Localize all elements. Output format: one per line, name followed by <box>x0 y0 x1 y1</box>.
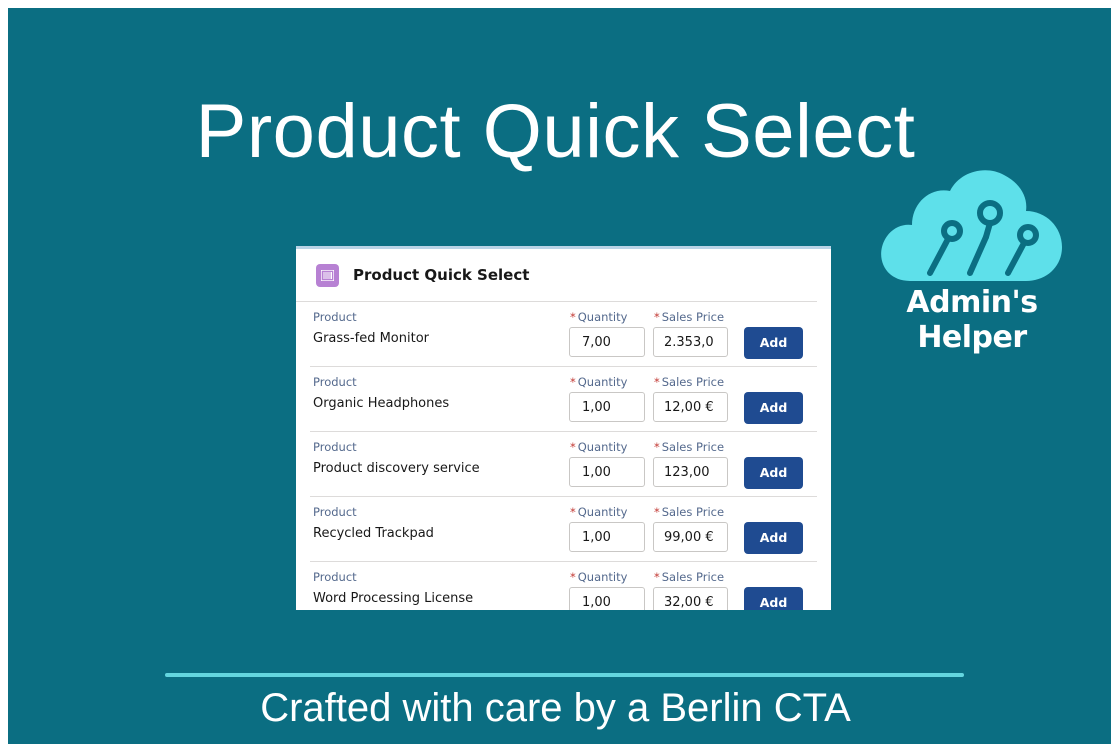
logo-text: Admin's Helper <box>906 285 1038 355</box>
page-title: Product Quick Select <box>195 89 916 174</box>
add-button[interactable]: Add <box>744 587 803 610</box>
product-label: Product <box>313 505 357 519</box>
add-button[interactable]: Add <box>744 327 803 359</box>
quantity-label: * Quantity <box>570 440 628 454</box>
product-label: Product <box>313 375 357 389</box>
table-row: Product * Quantity * Sales Price Word Proc… <box>310 562 817 610</box>
quantity-label: * Quantity <box>570 310 628 324</box>
cloud-wrench-icon <box>881 170 1062 281</box>
sales-price-label: * Sales Price <box>654 440 725 454</box>
product-quick-select-card: Product Quick Select Product * Quantity *… <box>296 246 831 610</box>
add-button[interactable]: Add <box>744 522 803 554</box>
table-row: Product * Quantity * Sales Price Recycled … <box>310 497 817 562</box>
card-header: Product Quick Select <box>296 249 817 302</box>
product-name: Word Processing License <box>313 591 474 606</box>
product-label: Product <box>313 440 357 454</box>
product-label: Product <box>313 570 357 584</box>
sales-price-input[interactable]: 2.353,0 <box>653 327 728 357</box>
sales-price-label: * Sales Price <box>654 505 725 519</box>
sales-price-label: * Sales Price <box>654 310 725 324</box>
quantity-label: * Quantity <box>570 375 628 389</box>
quantity-label: * Quantity <box>570 505 628 519</box>
table-row: Product * Quantity * Sales Price Grass-fed… <box>310 302 817 367</box>
add-button[interactable]: Add <box>744 392 803 424</box>
product-name: Product discovery service <box>313 461 480 476</box>
card-title: Product Quick Select <box>353 266 530 284</box>
product-name: Recycled Trackpad <box>313 526 434 541</box>
quantity-label: * Quantity <box>570 570 628 584</box>
table-row: Product * Quantity * Sales Price Organic H… <box>310 367 817 432</box>
admins-helper-logo: Admin's Helper <box>852 165 1092 355</box>
footer-tagline: Crafted with care by a Berlin CTA <box>260 686 851 730</box>
sales-price-input[interactable]: 32,00 € <box>653 587 728 610</box>
sales-price-input[interactable]: 99,00 € <box>653 522 728 552</box>
footer-divider <box>165 673 964 677</box>
table-row: Product * Quantity * Sales Price Product d… <box>310 432 817 497</box>
barcode-icon <box>316 263 339 287</box>
sales-price-label: * Sales Price <box>654 570 725 584</box>
add-button[interactable]: Add <box>744 457 803 489</box>
product-label: Product <box>313 310 357 324</box>
quantity-input[interactable]: 1,00 <box>569 522 645 552</box>
product-name: Grass-fed Monitor <box>313 331 429 346</box>
quantity-input[interactable]: 1,00 <box>569 392 645 422</box>
quantity-input[interactable]: 1,00 <box>569 457 645 487</box>
sales-price-input[interactable]: 123,00 <box>653 457 728 487</box>
product-name: Organic Headphones <box>313 396 450 411</box>
quantity-input[interactable]: 7,00 <box>569 327 645 357</box>
sales-price-label: * Sales Price <box>654 375 725 389</box>
quantity-input[interactable]: 1,00 <box>569 587 645 610</box>
sales-price-input[interactable]: 12,00 € <box>653 392 728 422</box>
